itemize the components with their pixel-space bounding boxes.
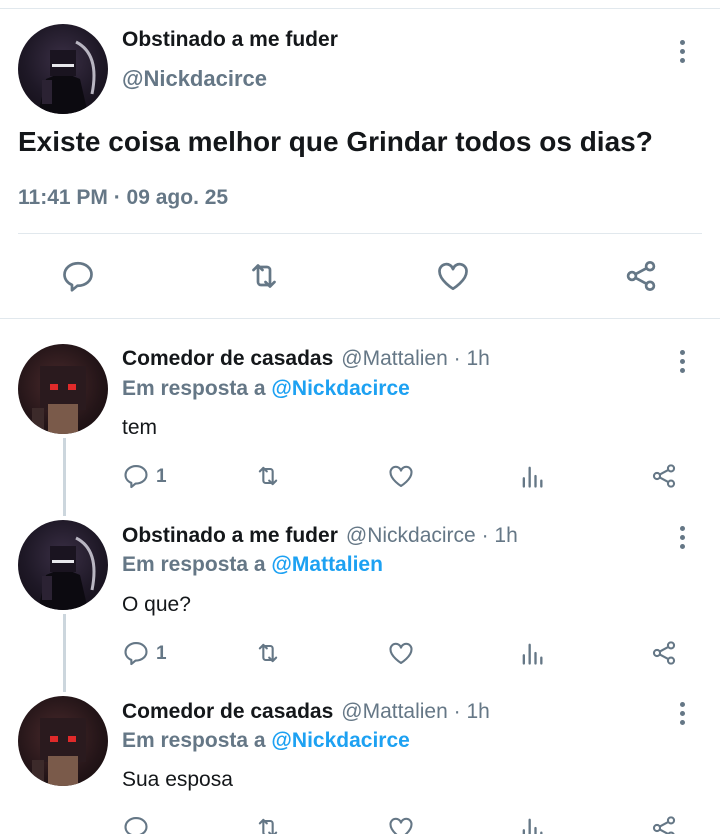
reply-icon[interactable] <box>60 258 96 294</box>
share-icon[interactable] <box>622 258 660 294</box>
reply-text: tem <box>122 416 158 439</box>
in-reply-label: Em resposta a <box>122 377 266 400</box>
avatar[interactable] <box>18 696 108 786</box>
reply-icon[interactable] <box>122 639 150 667</box>
avatar[interactable] <box>18 24 108 114</box>
retweet-icon[interactable] <box>253 814 283 834</box>
share-icon[interactable] <box>650 462 678 490</box>
thread-line <box>63 438 66 516</box>
in-reply-label: Em resposta a <box>122 729 266 752</box>
author-handle[interactable]: @Mattalien <box>341 347 448 370</box>
more-options-icon[interactable] <box>672 38 692 68</box>
tweet-timestamp: 11:41 PM · 09 ago. 25 <box>18 186 229 209</box>
reply-icon[interactable] <box>122 814 150 834</box>
author-handle[interactable]: @Mattalien <box>341 700 448 723</box>
more-options-icon[interactable] <box>672 348 692 378</box>
divider <box>18 233 702 234</box>
mention-link[interactable]: @Nickdacirce <box>271 729 409 752</box>
analytics-icon[interactable] <box>518 814 546 834</box>
reply-icon[interactable] <box>122 462 150 490</box>
reply-time: · 1h <box>453 700 490 723</box>
author-name[interactable]: Obstinado a me fuder <box>122 524 338 547</box>
retweet-icon[interactable] <box>253 639 283 667</box>
more-options-icon[interactable] <box>672 524 692 554</box>
like-icon[interactable] <box>386 462 416 490</box>
retweet-icon[interactable] <box>246 258 282 294</box>
reply-header: Comedor de casadas @Mattalien · 1h <box>122 347 490 371</box>
in-reply-to: Em resposta a @Nickdacirce <box>122 377 410 401</box>
like-icon[interactable] <box>386 814 416 834</box>
reply-time: · 1h <box>453 347 490 370</box>
thread-line <box>63 614 66 692</box>
like-icon[interactable] <box>386 639 416 667</box>
like-icon[interactable] <box>434 258 472 294</box>
reply-count: 1 <box>156 466 167 487</box>
in-reply-label: Em resposta a <box>122 553 266 576</box>
reply-header: Obstinado a me fuder @Nickdacirce · 1h <box>122 524 518 548</box>
share-icon[interactable] <box>650 814 678 834</box>
mention-link[interactable]: @Nickdacirce <box>271 377 409 400</box>
reply-text: O que? <box>122 593 191 616</box>
author-name[interactable]: Obstinado a me fuder <box>122 28 338 52</box>
reply-count: 1 <box>156 643 167 664</box>
author-name[interactable]: Comedor de casadas <box>122 347 333 370</box>
reply-text: Sua esposa <box>122 768 233 791</box>
author-handle[interactable]: @Nickdacirce <box>122 66 267 92</box>
reply-time: · 1h <box>481 524 518 547</box>
share-icon[interactable] <box>650 639 678 667</box>
avatar[interactable] <box>18 344 108 434</box>
retweet-icon[interactable] <box>253 462 283 490</box>
author-handle[interactable]: @Nickdacirce <box>346 524 476 547</box>
avatar[interactable] <box>18 520 108 610</box>
analytics-icon[interactable] <box>518 462 546 490</box>
analytics-icon[interactable] <box>518 639 546 667</box>
in-reply-to: Em resposta a @Nickdacirce <box>122 729 410 753</box>
divider <box>0 318 720 319</box>
reply-header: Comedor de casadas @Mattalien · 1h <box>122 700 490 724</box>
in-reply-to: Em resposta a @Mattalien <box>122 553 383 577</box>
tweet-text: Existe coisa melhor que Grindar todos os… <box>18 126 653 157</box>
author-name[interactable]: Comedor de casadas <box>122 700 333 723</box>
more-options-icon[interactable] <box>672 700 692 730</box>
mention-link[interactable]: @Mattalien <box>271 553 383 576</box>
top-divider <box>0 8 720 9</box>
